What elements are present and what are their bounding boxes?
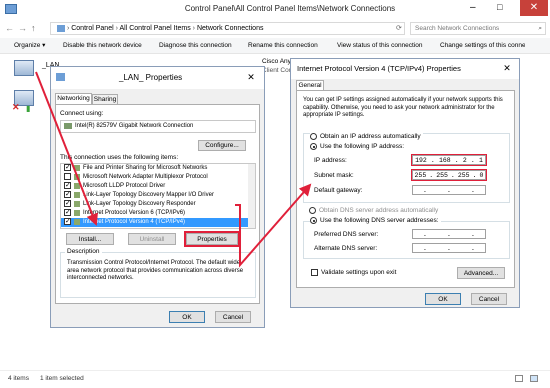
guide-arrows-overlay	[35, 71, 312, 268]
arrow-properties-to-ipv4-dialog	[235, 183, 312, 268]
arrow-adapter-to-ipv4-item	[35, 71, 98, 226]
